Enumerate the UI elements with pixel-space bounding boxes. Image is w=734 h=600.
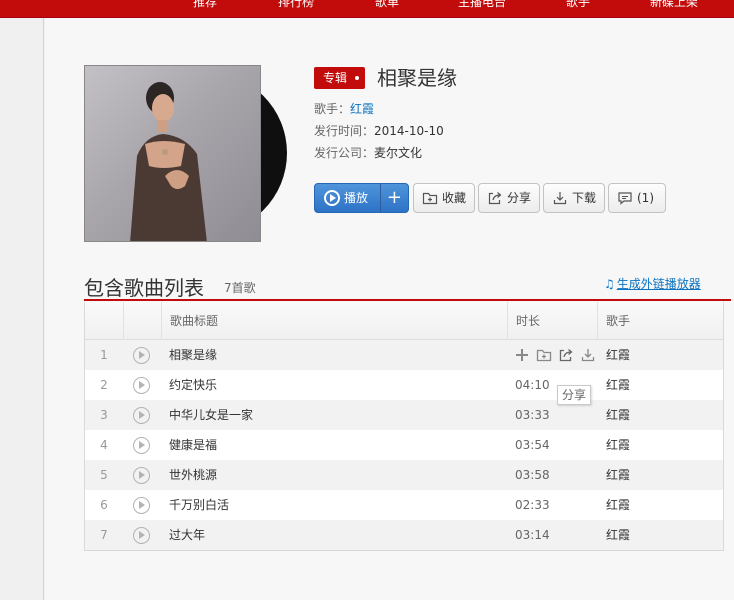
song-title[interactable]: 约定快乐 (169, 370, 217, 400)
nav-item-artists[interactable]: 歌手 (566, 0, 590, 10)
song-table-header: 歌曲标题 时长 歌手 (85, 302, 723, 340)
row-index: 3 (100, 408, 108, 422)
nav-item-charts[interactable]: 排行榜 (278, 0, 314, 10)
header-singer: 歌手 (597, 302, 723, 340)
download-button[interactable]: 下载 (543, 183, 606, 213)
table-row[interactable]: 1 相聚是缘 红霞 (85, 340, 723, 370)
share-icon[interactable] (558, 347, 574, 363)
song-duration: 02:33 (515, 498, 550, 512)
song-singer[interactable]: 红霞 (606, 520, 630, 550)
share-icon (488, 192, 502, 205)
table-row[interactable]: 6 千万别白活 02:33 红霞 (85, 490, 723, 520)
nav-item-recommend[interactable]: 推荐 (193, 0, 217, 10)
add-icon[interactable] (514, 347, 530, 363)
table-row[interactable]: 2 约定快乐 04:10 红霞 (85, 370, 723, 400)
song-singer[interactable]: 红霞 (606, 460, 630, 490)
song-singer[interactable]: 红霞 (606, 340, 630, 370)
song-title[interactable]: 中华儿女是一家 (169, 400, 253, 430)
row-index: 2 (100, 378, 108, 392)
download-label: 下载 (572, 191, 597, 205)
top-navigation-bar: 推荐 排行榜 歌单 主播电台 歌手 新碟上架 (0, 0, 734, 18)
table-row[interactable]: 5 世外桃源 03:58 红霞 (85, 460, 723, 490)
folder-add-icon[interactable] (536, 347, 552, 363)
nav-item-new-albums[interactable]: 新碟上架 (650, 0, 698, 10)
header-index (85, 302, 123, 340)
song-singer[interactable]: 红霞 (606, 490, 630, 520)
play-icon (324, 190, 340, 206)
row-index: 7 (100, 528, 108, 542)
download-icon (553, 192, 567, 205)
share-button[interactable]: 分享 (478, 183, 541, 213)
song-title[interactable]: 过大年 (169, 520, 205, 550)
row-index: 6 (100, 498, 108, 512)
share-tooltip: 分享 (557, 385, 592, 405)
row-index: 4 (100, 438, 108, 452)
release-label: 发行时间： (314, 124, 375, 138)
album-title: 相聚是缘 (377, 66, 457, 90)
play-circle-icon[interactable] (133, 437, 150, 454)
song-singer[interactable]: 红霞 (606, 400, 630, 430)
song-singer[interactable]: 红霞 (606, 370, 630, 400)
row-index: 1 (100, 348, 108, 362)
play-label: 播放 (344, 191, 369, 205)
song-title[interactable]: 健康是福 (169, 430, 217, 460)
song-title[interactable]: 世外桃源 (169, 460, 217, 490)
singer-link[interactable]: 红霞 (350, 102, 374, 116)
song-duration: 03:54 (515, 438, 550, 452)
music-note-icon: ♫ (604, 277, 615, 291)
add-to-playlist-button[interactable]: + (379, 184, 408, 212)
nav-item-playlists[interactable]: 歌单 (375, 0, 399, 10)
play-circle-icon[interactable] (133, 347, 150, 364)
song-duration: 03:14 (515, 528, 550, 542)
header-duration: 时长 (507, 302, 597, 340)
song-list-title: 包含歌曲列表 (84, 276, 204, 300)
share-label: 分享 (507, 191, 532, 205)
album-cover-photo (130, 82, 207, 241)
nav-item-radio[interactable]: 主播电台 (458, 0, 506, 10)
folder-add-icon (422, 192, 438, 205)
comment-count: (1) (637, 191, 654, 205)
play-button-group: 播放 + (314, 183, 409, 213)
play-circle-icon[interactable] (133, 377, 150, 394)
company-label: 发行公司： (314, 146, 375, 160)
external-player-label: 生成外链播放器 (616, 277, 701, 291)
album-company-row: 发行公司：麦尔文化 (314, 145, 422, 161)
singer-label: 歌手： (314, 102, 351, 116)
table-row[interactable]: 4 健康是福 03:54 红霞 (85, 430, 723, 460)
play-circle-icon[interactable] (133, 527, 150, 544)
song-table: 歌曲标题 时长 歌手 1 相聚是缘 红霞 2 约定快乐 04:10 红霞 3 中… (84, 302, 724, 551)
song-duration: 04:10 (515, 378, 550, 392)
collect-label: 收藏 (442, 191, 467, 205)
play-circle-icon[interactable] (133, 497, 150, 514)
left-gutter (0, 18, 44, 600)
song-duration: 03:58 (515, 468, 550, 482)
album-type-badge: 专辑 (314, 67, 366, 89)
header-play (123, 302, 161, 340)
song-title[interactable]: 相聚是缘 (169, 340, 217, 370)
generate-external-player-link[interactable]: ♫ 生成外链播放器 (604, 275, 701, 292)
song-title[interactable]: 千万别白活 (169, 490, 229, 520)
song-count: 7首歌 (224, 281, 256, 295)
company-name: 麦尔文化 (374, 146, 423, 160)
play-button[interactable]: 播放 (315, 184, 376, 212)
collect-button[interactable]: 收藏 (413, 183, 476, 213)
play-circle-icon[interactable] (133, 407, 150, 424)
song-duration: 03:33 (515, 408, 550, 422)
header-title: 歌曲标题 (161, 302, 507, 340)
play-circle-icon[interactable] (133, 467, 150, 484)
section-divider (84, 299, 731, 301)
song-singer[interactable]: 红霞 (606, 430, 630, 460)
table-row[interactable]: 7 过大年 03:14 红霞 (85, 520, 723, 550)
release-date: 2014-10-10 (374, 124, 444, 138)
album-singer-row: 歌手：红霞 (314, 101, 374, 117)
row-index: 5 (100, 468, 108, 482)
comment-button[interactable]: (1) (608, 183, 666, 213)
album-release-row: 发行时间：2014-10-10 (314, 123, 444, 139)
download-icon[interactable] (580, 347, 596, 363)
table-row[interactable]: 3 中华儿女是一家 03:33 红霞 (85, 400, 723, 430)
row-operations (514, 347, 596, 363)
comment-icon (618, 192, 632, 205)
album-cover (84, 65, 261, 242)
